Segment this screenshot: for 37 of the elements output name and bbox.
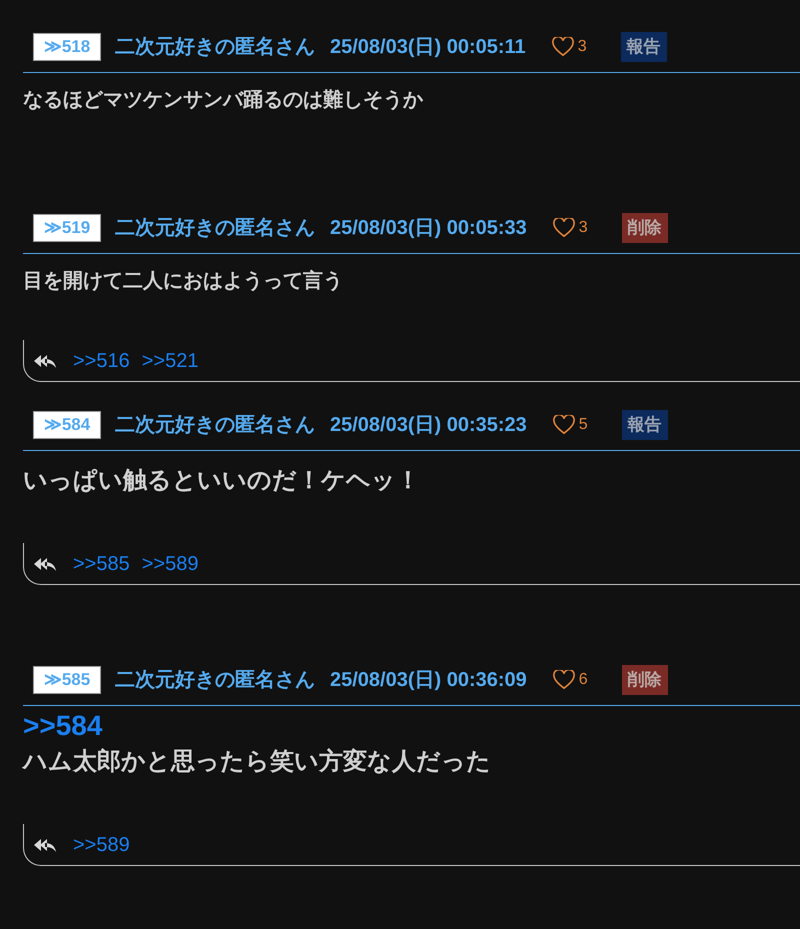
heart-icon[interactable] (552, 36, 574, 56)
heart-icon[interactable] (552, 670, 575, 690)
heart-icon[interactable] (552, 218, 575, 238)
post-number[interactable]: ≫585 (33, 666, 101, 694)
post-date: 25/08/03(日) 00:05:33 (330, 216, 527, 240)
reply-link[interactable]: >>516 (73, 346, 130, 376)
delete-button[interactable]: 削除 (622, 212, 668, 242)
poster-name: 二次元好きの匿名さん (115, 668, 315, 692)
poster-name: 二次元好きの匿名さん (115, 216, 315, 240)
report-button[interactable]: 報告 (622, 410, 668, 440)
like-count: 6 (578, 670, 588, 690)
post-number[interactable]: ≫584 (33, 410, 101, 438)
post-number[interactable]: ≫518 (33, 32, 101, 60)
poster-name: 二次元好きの匿名さん (115, 34, 315, 60)
post-date: 25/08/03(日) 00:35:23 (330, 412, 527, 438)
post-date: 25/08/03(日) 00:36:09 (330, 668, 527, 692)
reply-icon (33, 352, 57, 368)
like-count: 5 (578, 414, 588, 434)
heart-icon[interactable] (552, 414, 575, 434)
reply-link[interactable]: >>589 (142, 548, 198, 578)
poster-name: 二次元好きの匿名さん (115, 412, 315, 438)
anchor-link[interactable]: >>584 (23, 708, 800, 744)
reply-link[interactable]: >>589 (73, 830, 130, 860)
post-body: なるほどマツケンサンバ踊るのは難しそうか (23, 88, 424, 113)
like-count: 3 (578, 36, 587, 56)
reply-link[interactable]: >>585 (73, 548, 130, 578)
reply-icon (33, 556, 57, 572)
report-button[interactable]: 報告 (620, 32, 667, 62)
post-body: 目を開けて二人におはようって言う (23, 268, 344, 294)
like-count: 3 (578, 218, 588, 238)
post-body: ハム太郎かと思ったら笑い方変な人だった (23, 747, 492, 777)
delete-button[interactable]: 削除 (622, 664, 668, 694)
post-date: 25/08/03(日) 00:05:11 (330, 34, 526, 60)
reply-icon (33, 836, 57, 852)
reply-link[interactable]: >>521 (142, 346, 198, 376)
post-body: いっぱい触るといいのだ！ケヘッ！ (23, 466, 421, 496)
post-number[interactable]: ≫519 (33, 214, 101, 242)
